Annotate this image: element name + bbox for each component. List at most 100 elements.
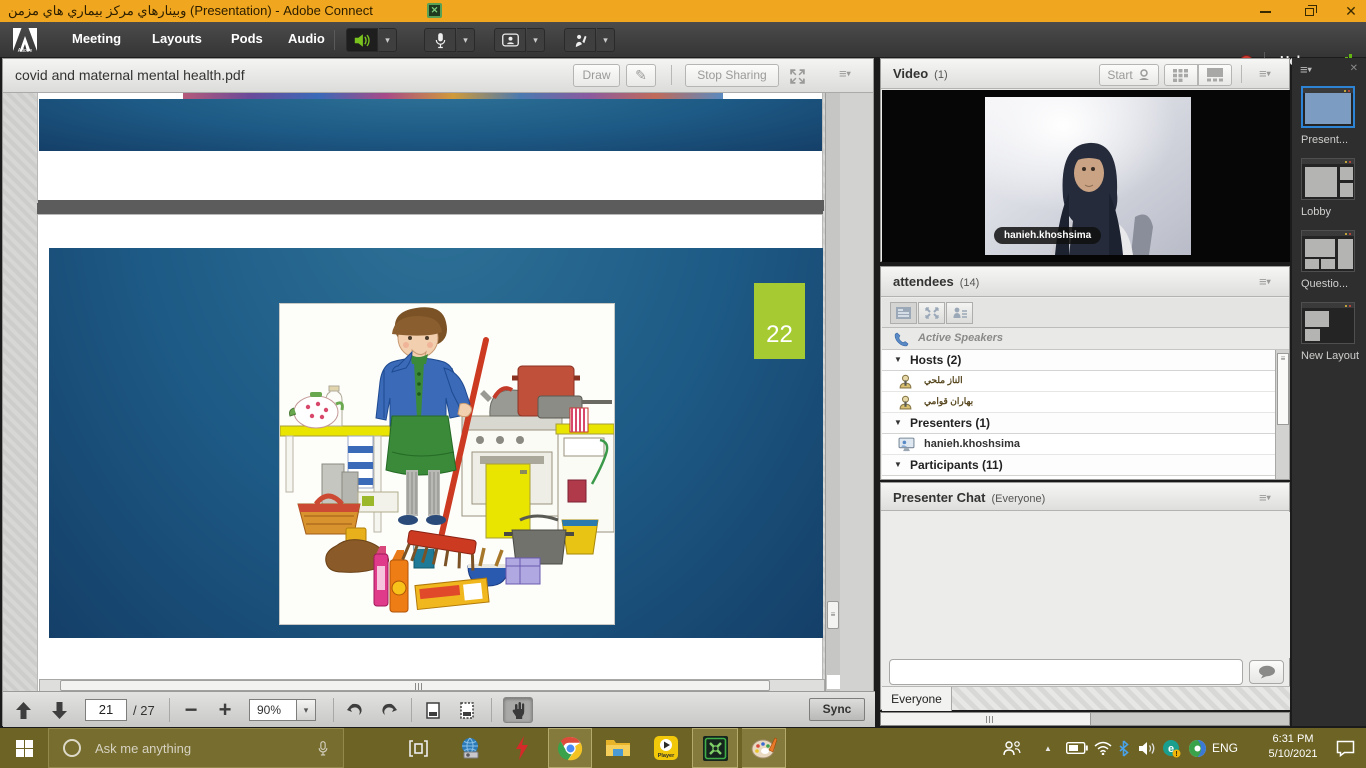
layout-label[interactable]: New Layout xyxy=(1301,350,1359,362)
player-app-button[interactable]: Player xyxy=(644,728,688,768)
stop-sharing-button[interactable]: Stop Sharing xyxy=(685,64,779,87)
layout-thumb-new[interactable] xyxy=(1301,302,1355,344)
raise-hand-button[interactable] xyxy=(564,28,596,52)
group-presenters[interactable]: ▼ Presenters (1) xyxy=(882,413,1275,434)
restore-button[interactable] xyxy=(1292,0,1326,22)
chrome-app-button[interactable] xyxy=(548,728,592,768)
taskbar-search[interactable]: Ask me anything xyxy=(48,728,344,768)
paint-app-button[interactable] xyxy=(742,728,786,768)
attendees-scroll-handle[interactable]: ≡ xyxy=(1277,353,1289,425)
tray-network-app-icon[interactable] xyxy=(1188,728,1207,768)
column-scroll-handle[interactable] xyxy=(881,713,1091,725)
video-pod-menu-button[interactable]: ≡▾ xyxy=(1259,66,1271,81)
fit-width-button[interactable] xyxy=(455,698,479,722)
taskbar-clock[interactable]: 6:31 PM 5/10/2021 xyxy=(1258,732,1328,762)
adobe-connect-app-button[interactable] xyxy=(692,728,738,768)
minimize-button[interactable] xyxy=(1248,0,1282,22)
next-page-button[interactable] xyxy=(47,698,71,722)
start-webcam-button[interactable]: Start xyxy=(1099,64,1159,86)
pencil-tool-button[interactable]: ✎ xyxy=(626,64,656,87)
menu-meeting[interactable]: Meeting xyxy=(72,31,121,46)
group-hosts[interactable]: ▼ Hosts (2) xyxy=(882,350,1275,371)
search-mic-icon[interactable] xyxy=(317,740,329,757)
layout-label[interactable]: Present... xyxy=(1301,134,1348,146)
layout-label[interactable]: Lobby xyxy=(1301,206,1331,218)
action-center-button[interactable] xyxy=(1336,728,1355,768)
undo-button[interactable] xyxy=(343,698,367,722)
share-pod: covid and maternal mental health.pdf Dra… xyxy=(2,58,874,726)
draw-button[interactable]: Draw xyxy=(573,64,620,87)
tray-bluetooth-icon[interactable] xyxy=(1118,728,1129,768)
tray-wifi-icon[interactable] xyxy=(1094,728,1112,768)
chat-pod-menu-button[interactable]: ≡▾ xyxy=(1259,490,1271,505)
ctrl-divider3 xyxy=(411,698,412,722)
tray-hidden-icons-button[interactable]: ▲ xyxy=(1044,728,1052,768)
raise-hand-dropdown[interactable]: ▾ xyxy=(597,28,615,52)
fullscreen-button[interactable] xyxy=(789,68,806,85)
menu-pods[interactable]: Pods xyxy=(231,31,263,46)
attendee-list-view-button[interactable] xyxy=(890,302,917,324)
menu-audio[interactable]: Audio xyxy=(288,31,325,46)
zoom-dropdown[interactable]: ▾ xyxy=(297,699,316,721)
presenter-chat-pod: Presenter Chat(Everyone) ≡▾ Everyone xyxy=(880,482,1290,710)
file-explorer-button[interactable] xyxy=(596,728,640,768)
chat-input[interactable] xyxy=(889,659,1243,685)
flash-app-button[interactable] xyxy=(500,728,544,768)
active-speaker-phone-icon xyxy=(894,332,909,347)
menu-layouts[interactable]: Layouts xyxy=(152,31,202,46)
fit-page-button[interactable] xyxy=(421,698,445,722)
breakout-view-button[interactable] xyxy=(918,302,945,324)
layout-thumb-lobby[interactable] xyxy=(1301,158,1355,200)
collapse-icon[interactable]: ▼ xyxy=(894,355,902,364)
microphone-dropdown[interactable]: ▾ xyxy=(457,28,475,52)
hand-tool-button[interactable] xyxy=(503,697,533,723)
tray-people-icon[interactable] xyxy=(1002,728,1022,768)
attendee-row[interactable]: بهاران قوامي xyxy=(882,392,1275,413)
speaker-button[interactable] xyxy=(346,28,378,52)
attendee-row[interactable]: hanieh.khoshsima xyxy=(882,434,1275,455)
zoom-out-button[interactable]: − xyxy=(179,698,203,722)
tray-antivirus-icon[interactable]: e! xyxy=(1162,728,1181,768)
speaker-dropdown[interactable]: ▾ xyxy=(379,28,397,52)
tab-everyone[interactable]: Everyone xyxy=(882,687,952,711)
previous-page-button[interactable] xyxy=(11,698,35,722)
share-pod-menu-button[interactable]: ≡▾ xyxy=(839,66,851,81)
microphone-button[interactable] xyxy=(424,28,456,52)
close-button[interactable]: ✕ xyxy=(1334,0,1366,22)
redo-button[interactable] xyxy=(377,698,401,722)
language-indicator[interactable]: ENG xyxy=(1212,741,1238,755)
zoom-level-value[interactable]: 90% xyxy=(249,699,297,721)
sync-button[interactable]: Sync xyxy=(809,698,865,721)
tray-volume-icon[interactable] xyxy=(1138,728,1156,768)
webcam-dropdown[interactable]: ▾ xyxy=(527,28,545,52)
collapse-icon[interactable]: ▼ xyxy=(894,418,902,427)
attendee-row[interactable]: الناز ملحي xyxy=(882,371,1275,392)
video-count: (1) xyxy=(934,69,947,81)
projector-app-button[interactable] xyxy=(448,728,492,768)
tray-battery-icon[interactable] xyxy=(1066,728,1088,768)
attendees-scrollbar[interactable]: ≡ xyxy=(1275,350,1290,480)
document-vertical-scrollbar[interactable]: ≡ xyxy=(825,93,840,703)
webcam-button[interactable] xyxy=(494,28,526,52)
page-number-input[interactable]: 21 xyxy=(85,699,127,721)
layouts-menu-button[interactable]: ≡▾ xyxy=(1300,62,1312,77)
task-view-button[interactable] xyxy=(396,728,440,768)
collapse-icon[interactable]: ▼ xyxy=(894,460,902,469)
grid-view-button[interactable] xyxy=(1164,64,1198,86)
attendees-pod-menu-button[interactable]: ≡▾ xyxy=(1259,274,1271,289)
layout-thumb-questions[interactable] xyxy=(1301,230,1355,272)
layout-thumb-presentation[interactable] xyxy=(1301,86,1355,128)
layout-label[interactable]: Questio... xyxy=(1301,278,1348,290)
filmstrip-view-button[interactable] xyxy=(1198,64,1232,86)
document-canvas[interactable]: 22 xyxy=(3,93,825,691)
start-button[interactable] xyxy=(0,728,48,768)
send-chat-button[interactable] xyxy=(1249,660,1284,684)
zoom-in-button[interactable]: + xyxy=(213,698,237,722)
webcam-feed[interactable]: hanieh.khoshsima xyxy=(985,97,1191,255)
vertical-scroll-handle[interactable]: ≡ xyxy=(827,601,839,629)
attendee-status-view-button[interactable] xyxy=(946,302,973,324)
column-horizontal-scrollbar[interactable] xyxy=(880,712,1290,726)
horizontal-scroll-handle[interactable] xyxy=(60,680,770,691)
group-participants[interactable]: ▼ Participants (11) xyxy=(882,455,1275,476)
layouts-close-button[interactable]: ✕ xyxy=(1350,63,1358,74)
